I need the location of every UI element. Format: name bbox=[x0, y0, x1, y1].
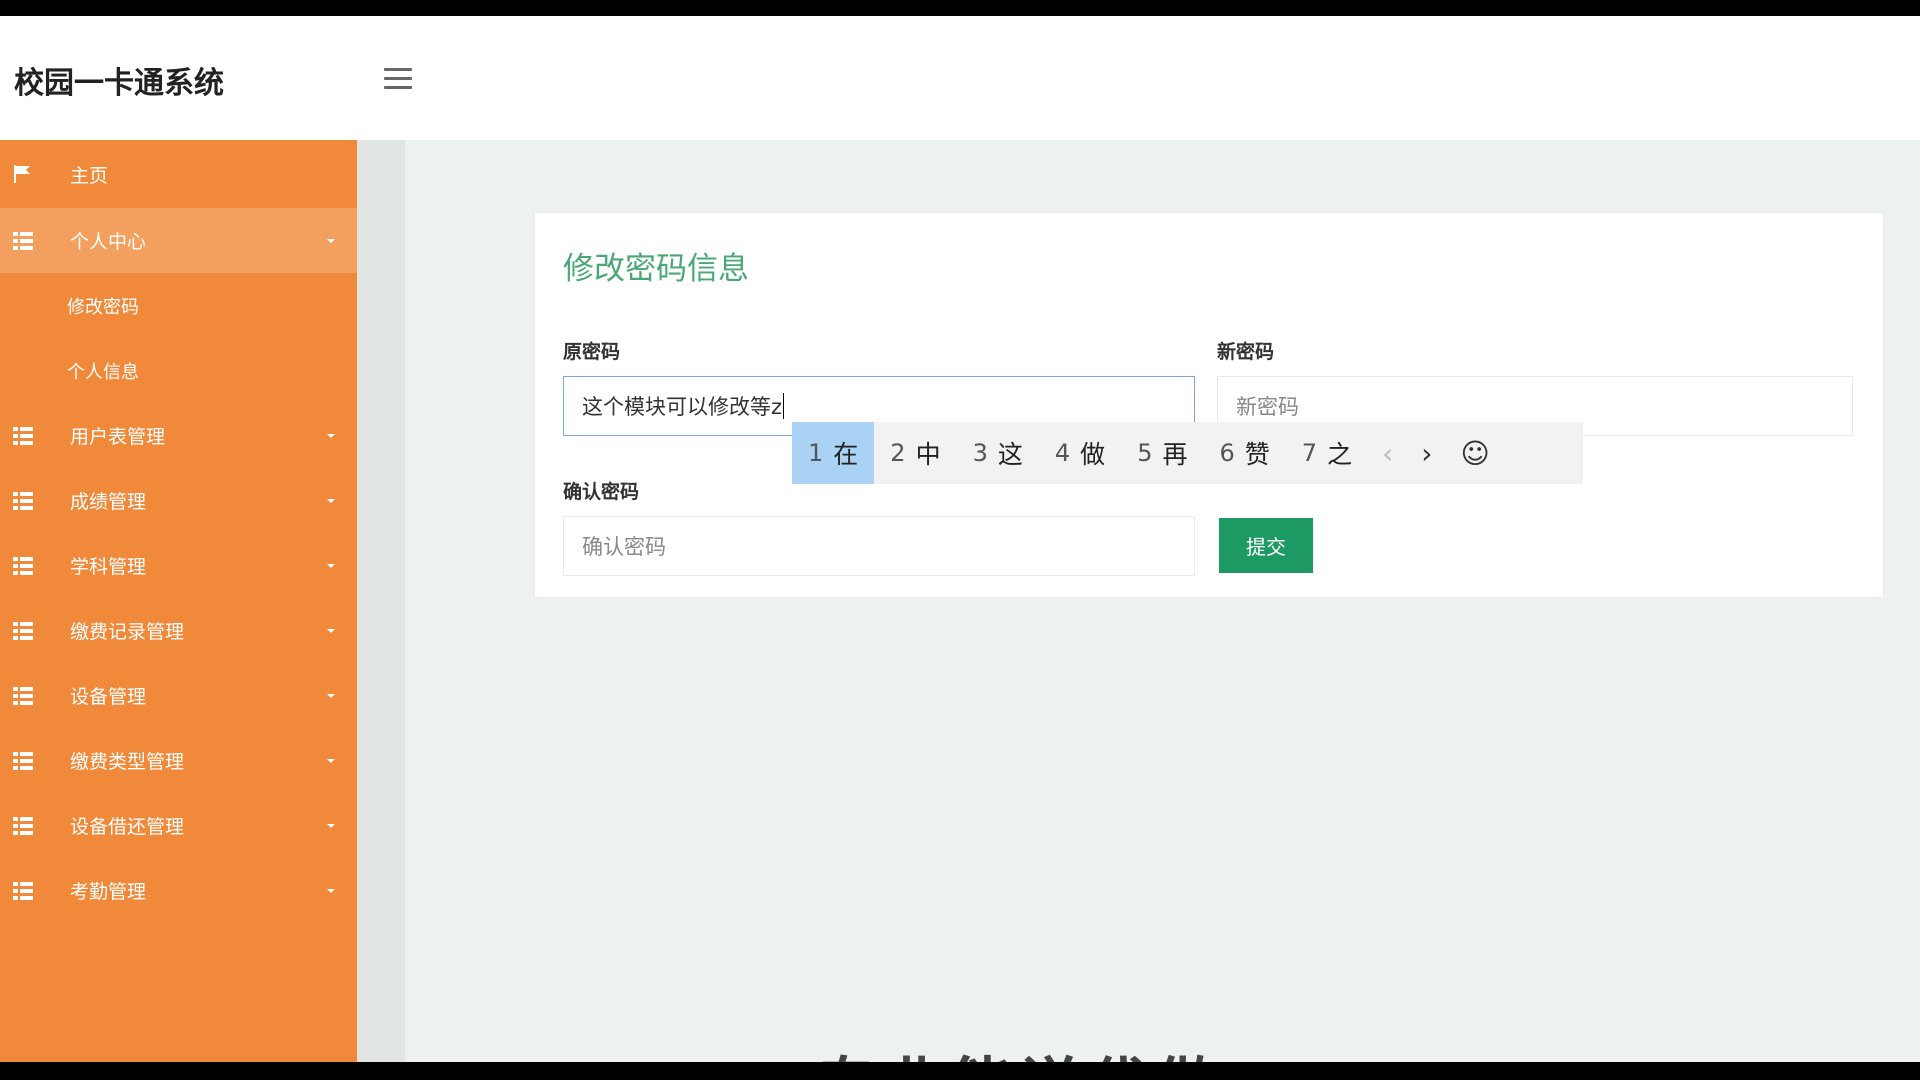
sidebar-item-label: 考勤管理 bbox=[70, 881, 147, 903]
chevron-down-icon bbox=[327, 238, 335, 243]
ime-candidate-number: 7 bbox=[1301, 439, 1318, 467]
sidebar-item-grades[interactable]: 成绩管理 bbox=[0, 468, 357, 533]
sidebar: 主页 个人中心 修改密码 个人信息 用户表管理 成绩管理 学科管理 缴费记录管理… bbox=[0, 140, 357, 1062]
old-password-label: 原密码 bbox=[563, 341, 621, 363]
ime-candidate[interactable]: 7之 bbox=[1286, 422, 1368, 484]
ime-candidate[interactable]: 1在 bbox=[792, 422, 875, 484]
sidebar-item-label: 成绩管理 bbox=[70, 491, 147, 513]
sidebar-item-label: 主页 bbox=[70, 164, 109, 187]
sidebar-subitem-personal-info[interactable]: 个人信息 bbox=[0, 338, 357, 403]
chevron-down-icon bbox=[327, 628, 335, 633]
chevron-left-icon[interactable]: ‹ bbox=[1368, 422, 1407, 484]
grid-icon bbox=[13, 426, 33, 445]
menu-toggle-icon[interactable] bbox=[384, 68, 412, 92]
app-title: 校园一卡通系统 bbox=[14, 66, 224, 101]
grid-icon bbox=[13, 816, 33, 835]
grid-icon bbox=[13, 231, 33, 250]
chevron-down-icon bbox=[327, 563, 335, 568]
ime-candidate-char: 这 bbox=[997, 440, 1023, 469]
sidebar-item-label: 设备管理 bbox=[70, 686, 147, 708]
sidebar-item-label: 学科管理 bbox=[70, 556, 147, 578]
confirm-password-label: 确认密码 bbox=[563, 481, 640, 503]
grid-icon bbox=[13, 881, 33, 900]
sidebar-item-subjects[interactable]: 学科管理 bbox=[0, 533, 357, 598]
ime-candidate-bar: 1在 2中 3这 4做 5再 6赞 7之 ‹ › ☺ bbox=[792, 422, 1583, 484]
ime-candidate[interactable]: 6赞 bbox=[1203, 422, 1285, 484]
sidebar-item-devices[interactable]: 设备管理 bbox=[0, 663, 357, 728]
chevron-down-icon bbox=[327, 758, 335, 763]
ime-candidate-number: 3 bbox=[972, 439, 988, 467]
sidebar-item-payment-types[interactable]: 缴费类型管理 bbox=[0, 728, 357, 793]
chevron-down-icon bbox=[327, 823, 335, 828]
chevron-down-icon bbox=[327, 433, 335, 438]
grid-icon bbox=[13, 556, 33, 575]
ime-candidate[interactable]: 2中 bbox=[874, 422, 956, 484]
app-window: 校园一卡通系统 主页 个人中心 修改密码 个人信息 用户表管理 成绩管理 学科管… bbox=[0, 16, 1920, 1062]
ime-candidate-char: 之 bbox=[1327, 440, 1353, 469]
grid-icon bbox=[13, 751, 33, 770]
submit-button[interactable]: 提交 bbox=[1219, 518, 1313, 573]
sidebar-item-label: 设备借还管理 bbox=[70, 816, 185, 838]
sidebar-item-label: 个人中心 bbox=[70, 231, 147, 253]
text-cursor bbox=[783, 393, 785, 419]
chevron-right-icon[interactable]: › bbox=[1407, 422, 1446, 484]
ime-candidate-char: 再 bbox=[1162, 440, 1188, 469]
new-password-placeholder: 新密码 bbox=[1236, 395, 1299, 419]
grid-icon bbox=[13, 491, 33, 510]
confirm-password-placeholder: 确认密码 bbox=[582, 535, 666, 559]
sidebar-item-user-table[interactable]: 用户表管理 bbox=[0, 403, 357, 468]
ime-candidate-char: 在 bbox=[833, 440, 859, 469]
sidebar-item-label: 用户表管理 bbox=[70, 426, 166, 448]
chevron-down-icon bbox=[327, 498, 335, 503]
ime-candidate-char: 赞 bbox=[1244, 440, 1270, 469]
ime-candidate-number: 6 bbox=[1219, 439, 1235, 467]
sidebar-subitem-label: 个人信息 bbox=[67, 361, 139, 383]
ime-candidate-number: 1 bbox=[808, 439, 824, 467]
top-header: 校园一卡通系统 bbox=[0, 16, 1920, 140]
ime-candidate[interactable]: 3这 bbox=[957, 422, 1039, 484]
watermark-text: 专业能说代做 bbox=[815, 1036, 1223, 1062]
ime-candidate[interactable]: 4做 bbox=[1039, 422, 1121, 484]
change-password-card: 修改密码信息 原密码 这个模块可以修改等z 新密码 新密码 确认密码 确认密码 … bbox=[535, 213, 1883, 597]
chevron-down-icon bbox=[327, 888, 335, 893]
sidebar-item-home[interactable]: 主页 bbox=[0, 140, 357, 208]
sidebar-subitem-change-password[interactable]: 修改密码 bbox=[0, 273, 357, 338]
new-password-label: 新密码 bbox=[1217, 341, 1275, 363]
sidebar-item-label: 缴费记录管理 bbox=[70, 621, 185, 643]
ime-candidate[interactable]: 5再 bbox=[1121, 422, 1203, 484]
sidebar-item-label: 缴费类型管理 bbox=[70, 751, 185, 773]
sidebar-item-device-loans[interactable]: 设备借还管理 bbox=[0, 793, 357, 858]
ime-candidate-number: 4 bbox=[1054, 439, 1071, 467]
ime-candidate-number: 2 bbox=[890, 439, 906, 467]
old-password-value: 这个模块可以修改等z bbox=[582, 395, 783, 419]
sidebar-item-attendance[interactable]: 考勤管理 bbox=[0, 858, 357, 923]
ime-candidate-number: 5 bbox=[1137, 439, 1153, 467]
sidebar-subitem-label: 修改密码 bbox=[67, 296, 139, 318]
chevron-down-icon bbox=[327, 693, 335, 698]
sidebar-item-personal-center[interactable]: 个人中心 bbox=[0, 208, 357, 273]
bottom-bar bbox=[0, 1062, 1920, 1080]
content-gutter bbox=[357, 140, 405, 1062]
grid-icon bbox=[13, 621, 33, 640]
confirm-password-field[interactable]: 确认密码 bbox=[563, 516, 1195, 576]
flag-icon bbox=[14, 165, 30, 183]
sidebar-item-payment-records[interactable]: 缴费记录管理 bbox=[0, 598, 357, 663]
grid-icon bbox=[13, 686, 33, 705]
page-title: 修改密码信息 bbox=[563, 251, 749, 287]
ime-candidate-char: 做 bbox=[1080, 440, 1106, 469]
emoji-icon[interactable]: ☺ bbox=[1446, 422, 1503, 484]
ime-candidate-char: 中 bbox=[915, 440, 941, 469]
